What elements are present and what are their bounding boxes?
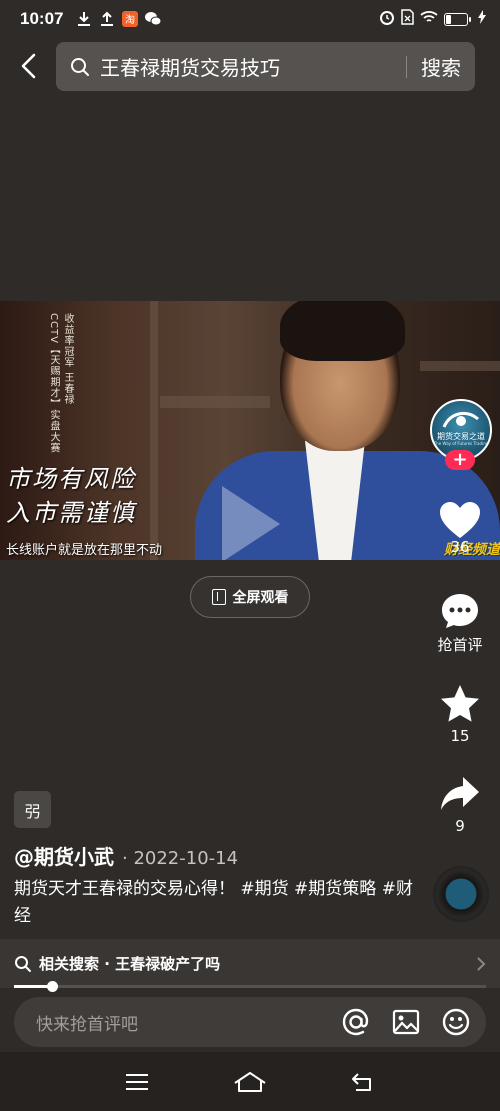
bookshelf-divider [150, 301, 158, 560]
chevron-left-icon [21, 53, 36, 79]
mention-icon[interactable] [338, 1004, 374, 1040]
upload-icon [98, 10, 116, 28]
favorite-count: 15 [450, 727, 470, 745]
share-action[interactable]: 9 [420, 775, 500, 835]
post-date: · 2022-10-14 [122, 848, 239, 869]
status-right-icons [379, 9, 486, 29]
avatar-subtext: The Way of Futures Trading [433, 441, 489, 446]
home-icon[interactable] [230, 1062, 270, 1102]
emoji-icon[interactable] [438, 1004, 474, 1040]
comment-action[interactable]: 抢首评 [420, 592, 500, 655]
tag-chip-label: 弜 [24, 801, 41, 821]
wechat-icon [144, 10, 162, 28]
search-button[interactable]: 搜索 [421, 52, 461, 81]
play-icon[interactable] [222, 486, 280, 560]
follow-button[interactable]: + [445, 450, 475, 470]
video-progress-bar[interactable] [14, 981, 486, 992]
share-count: 9 [455, 817, 465, 835]
post-meta: @期货小武 · 2022-10-14 [14, 841, 238, 870]
related-search-text: 相关搜索 · 王春禄破产了吗 [39, 955, 221, 973]
favorite-action[interactable]: 15 [420, 683, 500, 745]
author-name[interactable]: @期货小武 [14, 841, 114, 870]
progress-handle[interactable] [46, 981, 58, 992]
status-bar: 10:07 淘 [0, 0, 500, 38]
comment-input[interactable]: 快来抢首评吧 [14, 997, 486, 1047]
search-divider [406, 55, 407, 78]
app-notification-icon: 淘 [121, 10, 139, 28]
svg-text:淘: 淘 [125, 13, 135, 26]
charging-icon [478, 10, 486, 28]
status-time: 10:07 [20, 9, 64, 28]
comment-placeholder[interactable]: 快来抢首评吧 [36, 1010, 324, 1035]
image-icon[interactable] [388, 1004, 424, 1040]
plus-icon: + [452, 449, 468, 470]
back-nav-icon[interactable] [343, 1062, 383, 1102]
system-nav-bar [0, 1052, 500, 1111]
bookshelf-plank [160, 396, 270, 408]
download-icon [75, 10, 93, 28]
fullscreen-button[interactable]: 全屏观看 [190, 576, 310, 618]
search-icon [71, 57, 89, 76]
comment-label: 抢首评 [437, 636, 483, 654]
bookshelf-plank [420, 361, 500, 371]
menu-icon[interactable] [117, 1062, 157, 1102]
fullscreen-label: 全屏观看 [232, 590, 289, 606]
music-disc-icon[interactable] [433, 866, 489, 922]
related-search-bar[interactable]: 相关搜索 · 王春禄破产了吗 [0, 939, 500, 988]
battery-icon [444, 12, 471, 26]
calligraphy-line-1: 市场有风险 [6, 465, 136, 493]
heart-icon[interactable] [438, 500, 482, 540]
search-query[interactable]: 王春禄期货交易技巧 [100, 52, 406, 81]
video-subtitle: 长线账户就是放在那里不动 [6, 543, 163, 558]
post-description: 期货天才王春禄的交易心得！ #期货 #期货策略 #财经 [14, 879, 413, 926]
wifi-icon [420, 10, 438, 28]
chevron-right-icon [477, 956, 486, 971]
search-icon [15, 955, 31, 972]
fullscreen-icon [211, 589, 226, 605]
back-button[interactable] [14, 50, 42, 82]
star-icon[interactable] [439, 683, 481, 723]
like-action[interactable]: 36 [420, 500, 500, 556]
comment-icon[interactable] [440, 592, 480, 630]
person-hair [280, 301, 405, 361]
like-count: 36 [450, 538, 470, 556]
share-arrow-icon[interactable] [439, 775, 481, 813]
search-box[interactable]: 王春禄期货交易技巧 搜索 [56, 42, 475, 91]
calligraphy-line-2: 入市需谨慎 [6, 499, 136, 527]
sim-icon [401, 9, 414, 29]
tag-chip[interactable]: 弜 [14, 791, 51, 828]
alarm-icon [379, 9, 395, 29]
video-side-caption: 收益率冠军 王春禄 CCTV【天赐期才】实盘大赛 [48, 313, 73, 454]
